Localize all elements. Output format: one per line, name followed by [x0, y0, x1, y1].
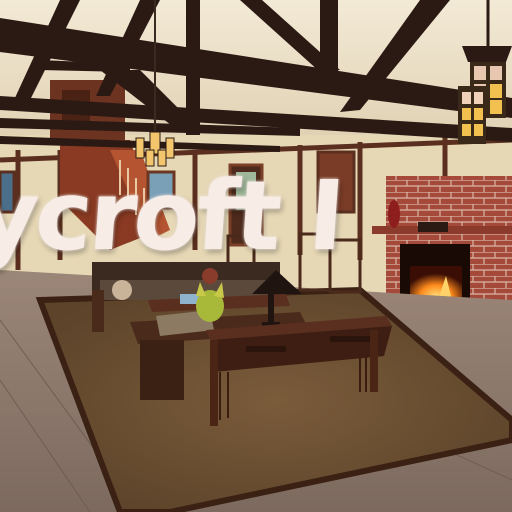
hanging-lantern: [458, 86, 486, 144]
window: [0, 170, 16, 214]
mantel-box: [418, 222, 448, 232]
window: [316, 150, 356, 214]
game-viewport: [0, 0, 512, 512]
window: [146, 170, 176, 210]
door-glass: [236, 172, 256, 210]
vase: [388, 200, 400, 228]
